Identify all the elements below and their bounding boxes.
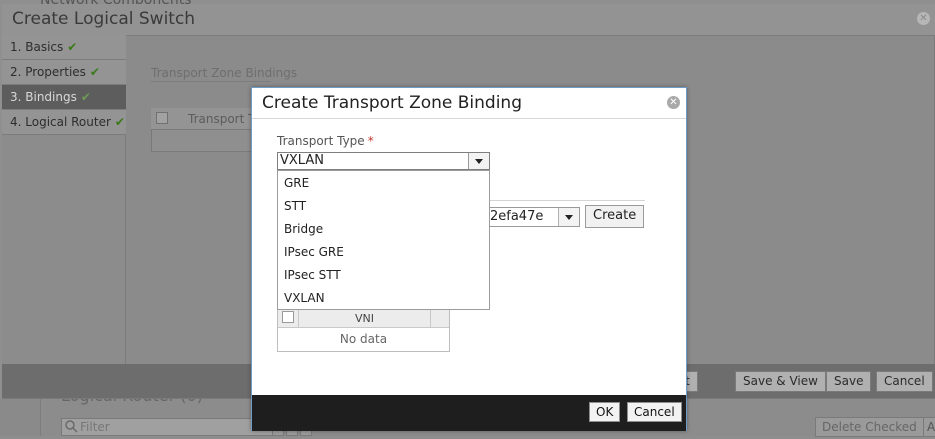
option-ipsec-gre[interactable]: IPsec GRE [278,240,489,263]
transport-zone-bindings-label: Transport Zone Bindings [151,66,298,80]
add-button[interactable]: A [923,417,935,437]
chevron-down-icon[interactable] [558,208,579,226]
step-logical-router[interactable]: 4. Logical Router ✔ [2,110,126,135]
vni-empty-message: No data [339,332,388,346]
save-view-button[interactable]: Save & View [735,371,826,392]
wizard-title: Create Logical Switch [12,9,196,29]
check-icon: ✔ [80,90,91,104]
check-icon: ✔ [114,115,125,129]
check-icon: ✔ [89,65,100,79]
step-properties[interactable]: 2. Properties ✔ [2,60,126,85]
transport-type-label-text: Transport Type [277,134,365,148]
transport-type-label: Transport Type * [277,134,374,148]
option-bridge[interactable]: Bridge [278,217,489,240]
vni-select-all-checkbox[interactable] [282,311,294,323]
step-basics[interactable]: 1. Basics ✔ [2,35,126,60]
transport-type-select[interactable]: VXLAN [277,152,490,170]
required-marker: * [367,134,374,148]
step-bindings[interactable]: 3. Bindings ✔ [2,85,126,110]
close-icon[interactable]: ✕ [667,96,680,109]
step-label: 3. Bindings [10,90,77,104]
option-ipsec-stt[interactable]: IPsec STT [278,263,489,286]
save-button[interactable]: Save [826,371,872,392]
check-icon: ✔ [67,40,78,54]
wizard-close-icon[interactable]: ✕ [917,12,930,25]
filter-input[interactable]: Filter [61,418,283,436]
dialog-footer [252,395,686,431]
step-label: 1. Basics [10,40,64,54]
dialog-title: Create Transport Zone Binding [262,93,522,113]
chevron-down-icon[interactable] [468,153,489,169]
ok-button[interactable]: OK [589,402,621,422]
step-label: 2. Properties [10,65,86,79]
delete-checked-button[interactable]: Delete Checked [815,417,924,437]
wizard-cancel-button[interactable]: Cancel [876,371,933,392]
cancel-button[interactable]: Cancel [627,402,682,422]
step-label: 4. Logical Router [10,115,111,129]
search-icon [65,420,78,433]
option-stt[interactable]: STT [278,194,489,217]
select-all-checkbox[interactable] [156,112,168,124]
create-button[interactable]: Create [585,205,644,228]
section-divider [151,81,271,82]
vni-column-header[interactable]: VNI [298,309,431,328]
option-vxlan[interactable]: VXLAN [278,286,489,309]
option-gre[interactable]: GRE [278,171,489,194]
